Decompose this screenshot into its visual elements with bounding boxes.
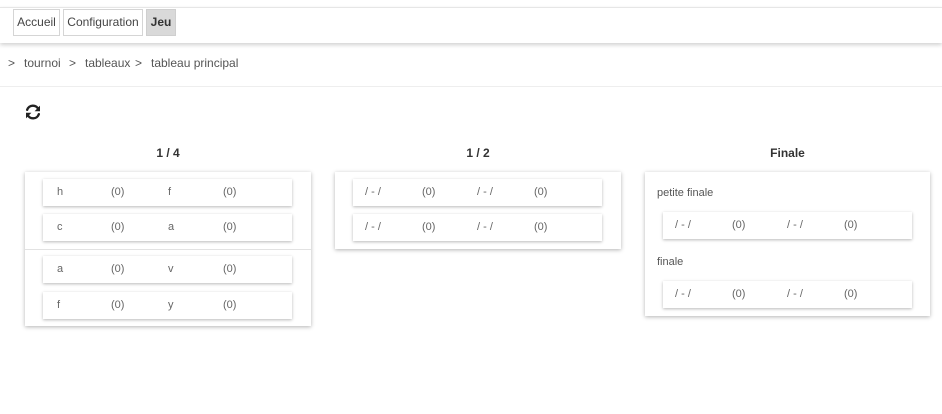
- breadcrumb-separator: >: [135, 56, 143, 70]
- breadcrumb-item-tournoi[interactable]: tournoi: [24, 56, 61, 70]
- match-card[interactable]: f (0) y (0): [43, 292, 292, 319]
- player-name: / - /: [675, 219, 691, 231]
- player-score: (0): [534, 186, 548, 198]
- semi-final-panel: / - / (0) / - / (0) / - / (0) / - / (0): [335, 172, 621, 249]
- match-card[interactable]: / - / (0) / - / (0): [663, 281, 912, 308]
- player-name: c: [57, 221, 63, 233]
- player-name: / - /: [365, 186, 381, 198]
- player-name: / - /: [675, 288, 691, 300]
- player-name: f: [57, 299, 61, 311]
- player-score: (0): [732, 219, 746, 231]
- column-title-final: Finale: [770, 146, 805, 160]
- top-navbar: Accueil Configuration Jeu: [0, 7, 942, 43]
- match-card[interactable]: / - / (0) / - / (0): [353, 214, 602, 241]
- player-name: / - /: [365, 221, 381, 233]
- player-name: a: [168, 221, 175, 233]
- player-name: / - /: [477, 221, 493, 233]
- player-name: / - /: [787, 219, 803, 231]
- player-name: v: [168, 263, 174, 275]
- player-score: (0): [422, 221, 436, 233]
- player-name: a: [57, 263, 64, 275]
- match-card[interactable]: / - / (0) / - / (0): [353, 179, 602, 206]
- player-score: (0): [732, 288, 746, 300]
- match-group: h (0) f (0) c (0) a (0): [25, 172, 311, 250]
- player-score: (0): [223, 221, 237, 233]
- player-name: / - /: [787, 288, 803, 300]
- player-score: (0): [844, 219, 858, 231]
- player-name: / - /: [477, 186, 493, 198]
- player-name: y: [168, 299, 174, 311]
- match-card[interactable]: h (0) f (0): [43, 179, 292, 206]
- player-score: (0): [844, 288, 858, 300]
- player-score: (0): [223, 186, 237, 198]
- match-card[interactable]: c (0) a (0): [43, 214, 292, 241]
- nav-jeu-button[interactable]: Jeu: [146, 9, 176, 36]
- match-card[interactable]: a (0) v (0): [43, 256, 292, 283]
- player-score: (0): [534, 221, 548, 233]
- breadcrumb-item-tableau-principal[interactable]: tableau principal: [151, 56, 238, 70]
- nav-configuration-button[interactable]: Configuration: [63, 9, 143, 36]
- small-final-label: petite finale: [657, 187, 714, 199]
- breadcrumb-separator: >: [8, 56, 16, 70]
- player-score: (0): [111, 299, 125, 311]
- column-title-semi: 1 / 2: [466, 146, 490, 160]
- breadcrumb-item-tableaux[interactable]: tableaux: [85, 56, 130, 70]
- final-label: finale: [657, 256, 684, 268]
- player-name: h: [57, 186, 64, 198]
- breadcrumb-divider: [0, 86, 942, 87]
- refresh-icon[interactable]: [23, 102, 43, 122]
- player-score: (0): [223, 299, 237, 311]
- quarter-final-panel: h (0) f (0) c (0) a (0) a (0) v (0) f (0…: [25, 172, 311, 326]
- player-name: f: [168, 186, 172, 198]
- breadcrumb: > tournoi > tableaux > tableau principal: [0, 53, 942, 73]
- player-score: (0): [111, 186, 125, 198]
- player-score: (0): [111, 263, 125, 275]
- column-title-quarter: 1 / 4: [156, 146, 180, 160]
- breadcrumb-separator: >: [69, 56, 77, 70]
- player-score: (0): [422, 186, 436, 198]
- final-panel: petite finale / - / (0) / - / (0) finale…: [645, 172, 930, 316]
- nav-accueil-button[interactable]: Accueil: [13, 9, 60, 36]
- match-card[interactable]: / - / (0) / - / (0): [663, 212, 912, 239]
- player-score: (0): [111, 221, 125, 233]
- player-score: (0): [223, 263, 237, 275]
